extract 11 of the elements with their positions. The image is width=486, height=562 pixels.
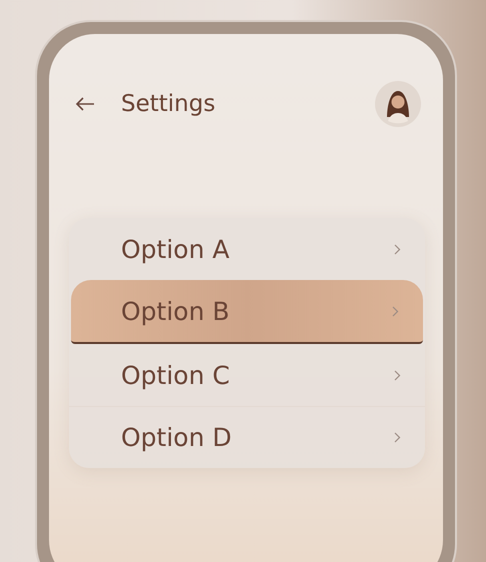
chevron-icon — [394, 432, 401, 443]
menu-item[interactable]: Option C — [69, 344, 425, 406]
menu-item[interactable]: Option D — [69, 406, 425, 468]
menu-item[interactable]: Option A — [69, 218, 425, 280]
chevron-icon — [394, 370, 401, 381]
chevron-icon — [392, 306, 399, 317]
back-arrow-icon[interactable] — [75, 96, 95, 112]
chevron-icon — [394, 244, 401, 255]
menu-item[interactable]: Option B — [71, 280, 423, 344]
avatar-icon[interactable] — [375, 81, 421, 127]
screen-title: Settings — [121, 91, 216, 117]
